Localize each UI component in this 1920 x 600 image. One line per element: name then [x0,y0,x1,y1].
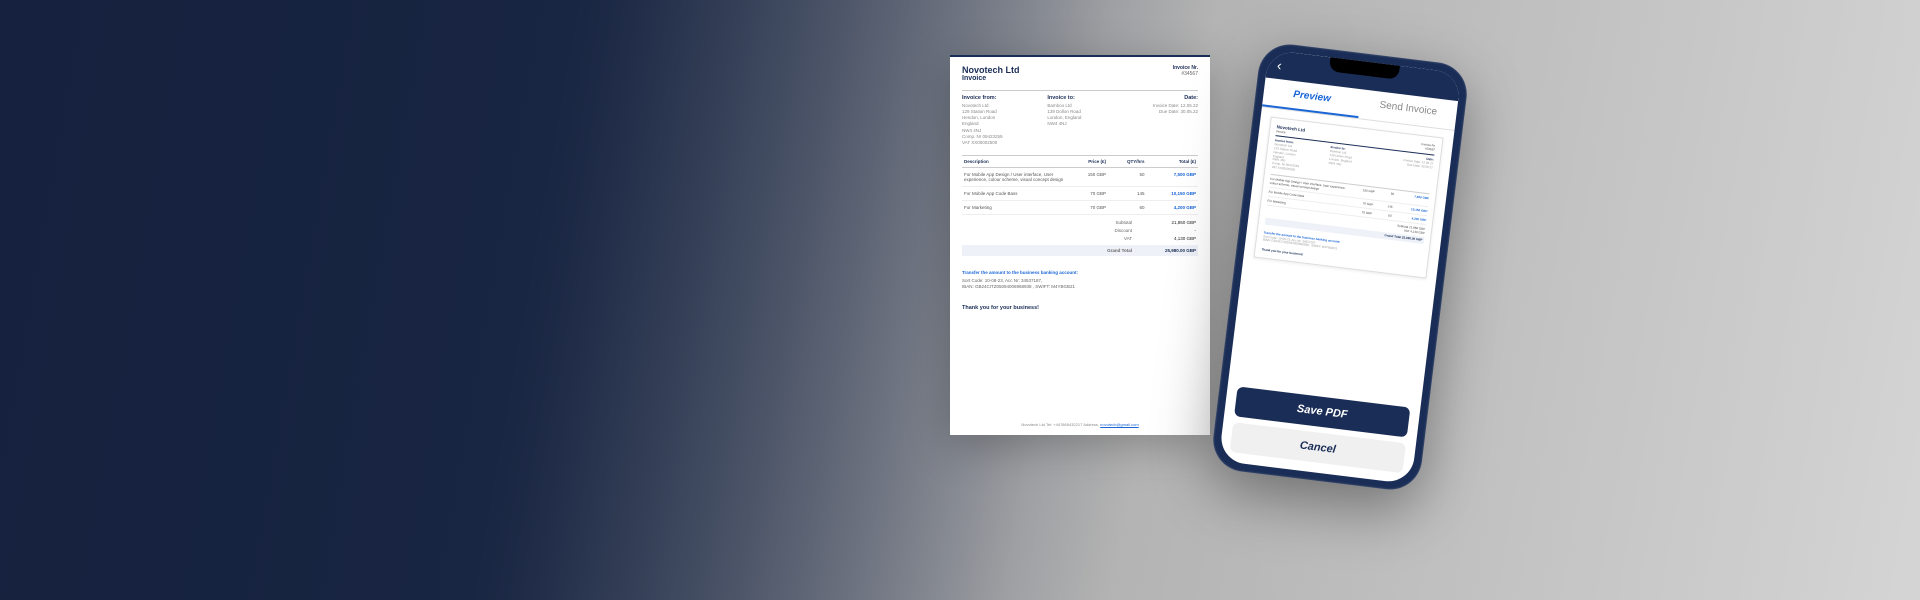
line-items-table: Description Price (£) QTY/hrs Total (£) … [962,155,1198,215]
transfer-heading: Transfer the amount to the business bank… [962,270,1198,275]
transfer-details: Sort Code: 10-08-23, Acc Nr: 34537187, I… [962,278,1198,292]
col-total: Total (£) [1147,155,1199,167]
table-row: For Marketing 70 GBP 60 4,200 GBP [962,200,1198,214]
back-icon[interactable]: ‹ [1276,57,1283,73]
invoice-header: Novotech Ltd Invoice Invoice Nr. #34567 [962,65,1198,82]
subtotal-value: 21,850 GBP [1146,220,1196,225]
invoice-number-label: Invoice Nr. [1173,65,1198,71]
table-row: For Mobile App Code Bass 70 GBP 145 10,1… [962,186,1198,200]
subtotal-label: Subtotal [1082,220,1132,225]
grand-total-label: Grand Total [1082,248,1132,253]
invoice-document: Novotech Ltd Invoice Invoice Nr. #34567 … [950,55,1210,435]
footer-email-link[interactable]: novotech@gmail.com [1100,422,1139,427]
invoice-meta: Invoice from: Novotech Ltd 129 Station R… [962,90,1198,147]
discount-value: - [1146,228,1196,233]
totals-block: Subtotal 21,850 GBP Discount - VAT 4,130 GB… [962,219,1198,256]
thanks-text: Thank you for your business! [962,305,1198,311]
transfer-info: Transfer the amount to the business bank… [962,270,1198,292]
phone-screen: ‹ Preview Send Invoice Novotech Ltd Invo… [1218,50,1461,485]
company-name: Novotech Ltd [962,65,1020,75]
col-price: Price (£) [1068,155,1108,167]
invoice-footer: Novotech Ltd Tel: +447865432217 Address,… [950,422,1210,427]
vat-label: VAT [1082,236,1132,241]
due-date: Due Date: 30.05.22 [1133,109,1198,115]
col-qty: QTY/hrs [1108,155,1146,167]
preview-area: Novotech Ltd Invoice Invoice Nr. #34567 … [1243,107,1455,288]
from-label: Invoice from: [962,95,1027,101]
col-description: Description [962,155,1068,167]
vat-value: 4,130 GBP [1146,236,1196,241]
to-address: 139 Dollon Road London, England NW4 4NJ [1047,109,1112,128]
invoice-number: #34567 [1173,71,1198,77]
invoice-preview-thumbnail: Novotech Ltd Invoice Invoice Nr. #34567 … [1253,116,1443,278]
from-address: 129 Station Road Hendon, London England … [962,109,1027,147]
to-label: Invoice to: [1047,95,1112,101]
date-label: Date: [1133,95,1198,101]
invoice-top-rule [950,55,1210,57]
doc-type: Invoice [962,75,1020,82]
grand-total-value: 25,980.00 GBP [1146,248,1196,253]
discount-label: Discount [1082,228,1132,233]
table-row: For Mobile App Design / User interface, … [962,167,1198,186]
